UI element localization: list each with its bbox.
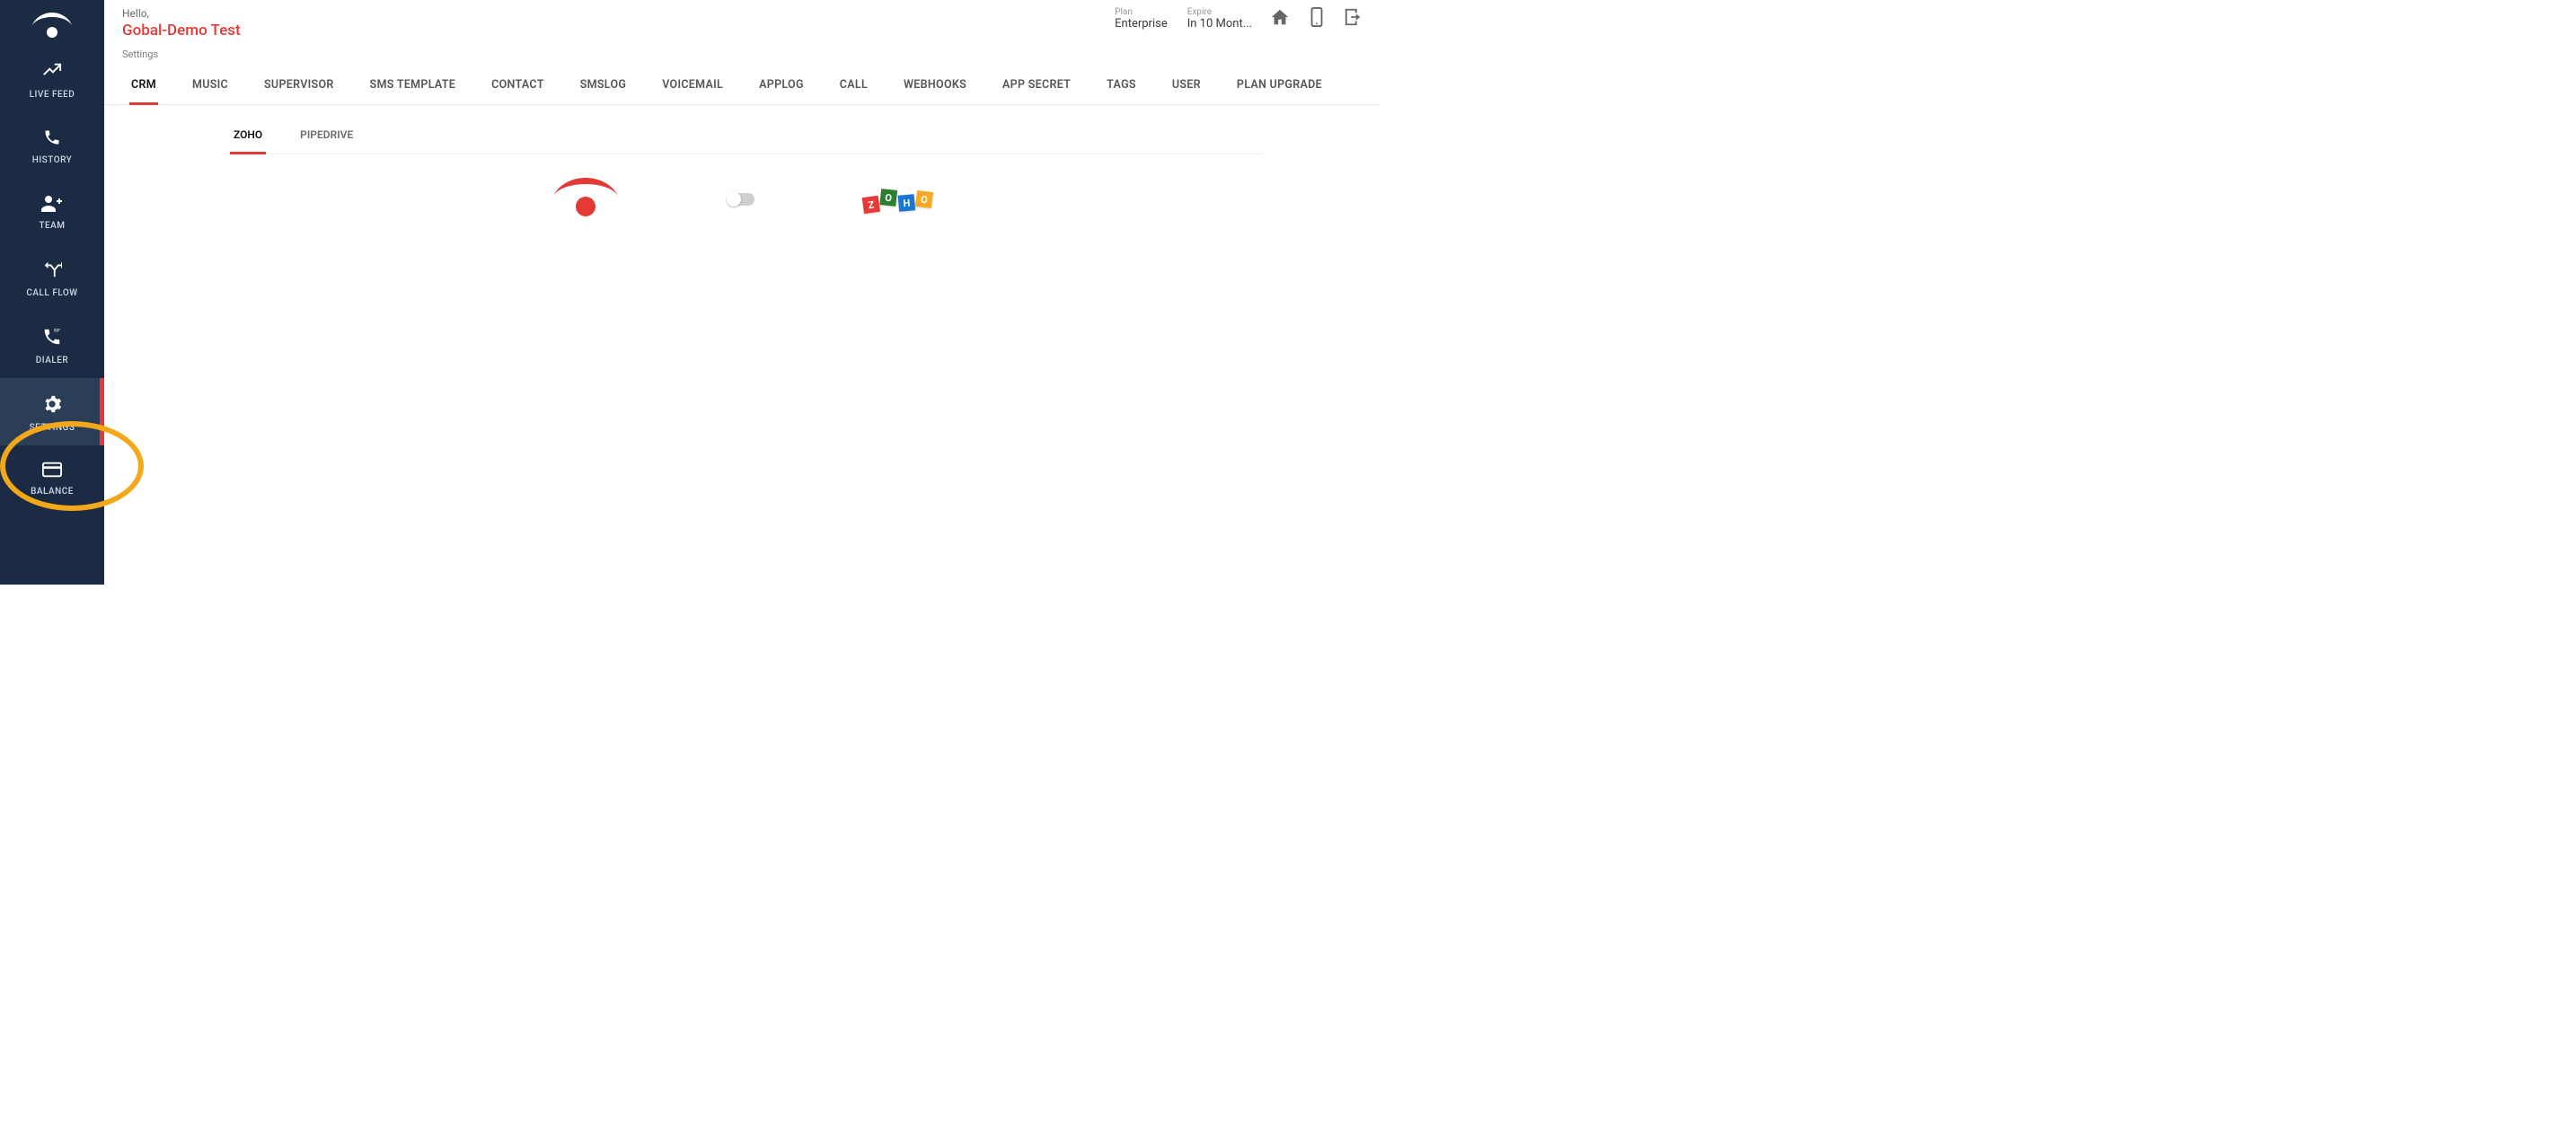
sidebar-item-call-flow[interactable]: CALL FLOW bbox=[0, 243, 104, 311]
header-icons bbox=[1270, 7, 1363, 31]
svg-text:SIP: SIP bbox=[54, 329, 60, 334]
greeting: Hello, Gobal-Demo Test bbox=[122, 7, 241, 40]
sidebar-item-live-feed[interactable]: LIVE FEED bbox=[0, 45, 104, 112]
sidebar-item-label: CALL FLOW bbox=[26, 288, 77, 298]
app-logo-icon bbox=[0, 0, 104, 45]
expire-info: Expire In 10 Mont... bbox=[1187, 7, 1252, 31]
zoho-letter: Z bbox=[862, 196, 880, 214]
sidebar-item-dialer[interactable]: SIP DIALER bbox=[0, 311, 104, 378]
crm-subtabs: ZOHO PIPEDRIVE bbox=[221, 105, 1263, 154]
tab-sms-template[interactable]: SMS TEMPLATE bbox=[368, 73, 457, 104]
phone-icon bbox=[43, 128, 61, 150]
zoho-letter: O bbox=[915, 190, 933, 208]
team-add-icon bbox=[41, 194, 63, 216]
split-icon bbox=[42, 260, 62, 283]
plan-info: Plan Enterprise bbox=[1115, 7, 1168, 31]
tab-smslog[interactable]: SMSLOG bbox=[578, 73, 629, 104]
zoho-letter: O bbox=[879, 189, 897, 207]
logout-icon[interactable] bbox=[1344, 7, 1363, 31]
plan-caption: Plan bbox=[1115, 7, 1168, 17]
greeting-user: Gobal-Demo Test bbox=[122, 22, 241, 40]
zoho-logo-icon: Z O H O bbox=[862, 191, 932, 207]
sidebar-item-history[interactable]: HISTORY bbox=[0, 112, 104, 178]
zoho-letter: H bbox=[898, 194, 916, 212]
header: Hello, Gobal-Demo Test Plan Enterprise E… bbox=[104, 0, 1380, 40]
mobile-icon[interactable] bbox=[1310, 7, 1324, 31]
header-meta: Plan Enterprise Expire In 10 Mont... bbox=[1115, 7, 1252, 31]
header-right: Plan Enterprise Expire In 10 Mont... bbox=[1115, 7, 1363, 31]
main-content: Hello, Gobal-Demo Test Plan Enterprise E… bbox=[104, 0, 1380, 585]
tab-plan-upgrade[interactable]: PLAN UPGRADE bbox=[1235, 73, 1324, 104]
sidebar-item-team[interactable]: TEAM bbox=[0, 178, 104, 243]
breadcrumb: Settings bbox=[104, 40, 1380, 60]
sidebar-item-label: TEAM bbox=[39, 221, 65, 231]
greeting-hello: Hello, bbox=[122, 7, 241, 20]
sidebar-item-settings[interactable]: SETTINGS bbox=[0, 378, 104, 445]
integration-row: Z O H O bbox=[104, 154, 1380, 221]
tab-music[interactable]: MUSIC bbox=[190, 73, 230, 104]
integration-toggle[interactable] bbox=[728, 193, 754, 206]
sidebar-item-label: DIALER bbox=[36, 356, 68, 365]
sidebar-nav: LIVE FEED HISTORY TEAM CALL FLOW SIP DIA… bbox=[0, 45, 104, 509]
tab-call[interactable]: CALL bbox=[838, 73, 869, 104]
sidebar-item-balance[interactable]: BALANCE bbox=[0, 445, 104, 509]
tab-voicemail[interactable]: VOICEMAIL bbox=[660, 73, 725, 104]
settings-tabs: CRM MUSIC SUPERVISOR SMS TEMPLATE CONTAC… bbox=[104, 60, 1380, 105]
tab-contact[interactable]: CONTACT bbox=[490, 73, 546, 104]
sidebar-item-label: LIVE FEED bbox=[30, 90, 75, 100]
sidebar-item-label: BALANCE bbox=[31, 487, 74, 497]
tab-app-secret[interactable]: APP SECRET bbox=[1001, 73, 1072, 104]
subtab-zoho[interactable]: ZOHO bbox=[230, 123, 266, 154]
sip-phone-icon: SIP bbox=[42, 327, 62, 350]
tab-webhooks[interactable]: WEBHOOKS bbox=[902, 73, 968, 104]
tab-tags[interactable]: TAGS bbox=[1105, 73, 1138, 104]
tab-supervisor[interactable]: SUPERVISOR bbox=[262, 73, 336, 104]
tab-applog[interactable]: APPLOG bbox=[757, 73, 806, 104]
sidebar: LIVE FEED HISTORY TEAM CALL FLOW SIP DIA… bbox=[0, 0, 104, 585]
home-icon[interactable] bbox=[1270, 7, 1290, 31]
gear-icon bbox=[42, 394, 62, 418]
subtab-pipedrive[interactable]: PIPEDRIVE bbox=[296, 123, 357, 154]
tab-user[interactable]: USER bbox=[1170, 73, 1203, 104]
trend-icon bbox=[42, 61, 62, 84]
sidebar-item-label: SETTINGS bbox=[30, 423, 75, 433]
sidebar-item-label: HISTORY bbox=[32, 155, 73, 165]
expire-caption: Expire bbox=[1187, 7, 1252, 17]
expire-value: In 10 Mont... bbox=[1187, 17, 1252, 31]
card-icon bbox=[42, 462, 62, 481]
tab-crm[interactable]: CRM bbox=[129, 73, 158, 105]
app-brand-icon bbox=[551, 178, 620, 221]
plan-value: Enterprise bbox=[1115, 17, 1168, 31]
